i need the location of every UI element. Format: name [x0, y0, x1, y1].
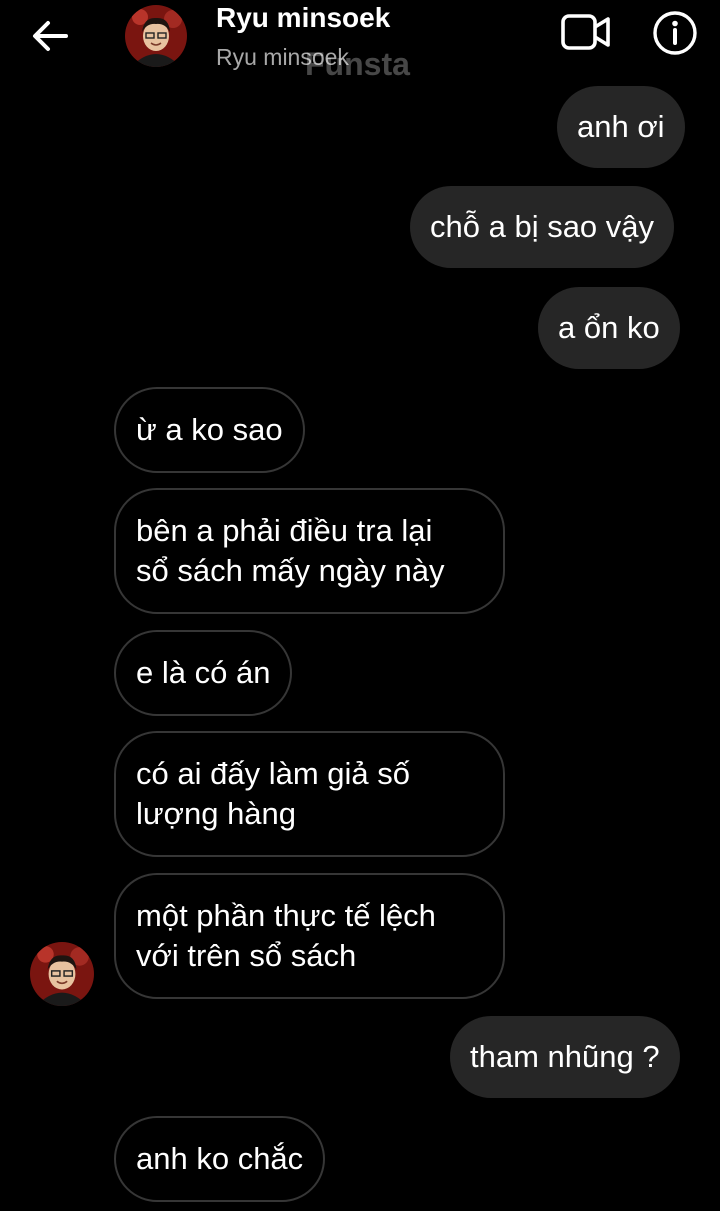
message-incoming[interactable]: e là có án [114, 630, 293, 716]
contact-name[interactable]: Ryu minsoek [216, 2, 390, 34]
message-outgoing[interactable]: anh ơi [557, 86, 685, 168]
sender-avatar[interactable] [30, 942, 94, 1006]
contact-username: Ryu minsoek [216, 44, 349, 70]
avatar[interactable] [125, 5, 187, 67]
message-incoming[interactable]: anh ko chắc [114, 1116, 326, 1202]
video-call-button[interactable] [560, 10, 612, 54]
info-icon [653, 11, 697, 55]
message-incoming[interactable]: bên a phải điều tra lại sổ sách mấy ngày… [114, 488, 505, 614]
message-outgoing[interactable]: a ổn ko [538, 287, 680, 369]
message-incoming[interactable]: có ai đấy làm giả số lượng hàng [114, 731, 505, 857]
message-outgoing[interactable]: tham nhũng ? [450, 1016, 680, 1098]
message-incoming[interactable]: ừ a ko sao [114, 387, 305, 473]
back-button[interactable] [28, 14, 72, 58]
video-call-icon [561, 14, 610, 50]
info-button[interactable] [652, 10, 698, 56]
profile-photo [125, 5, 187, 67]
message-outgoing[interactable]: chỗ a bị sao vậy [410, 186, 675, 268]
profile-photo [30, 942, 94, 1006]
message-incoming[interactable]: một phần thực tế lệch với trên sổ sách [114, 873, 505, 999]
chat-header: Ryu minsoek Ryu minsoek Funsta [0, 0, 720, 84]
back-arrow-icon [33, 21, 68, 51]
